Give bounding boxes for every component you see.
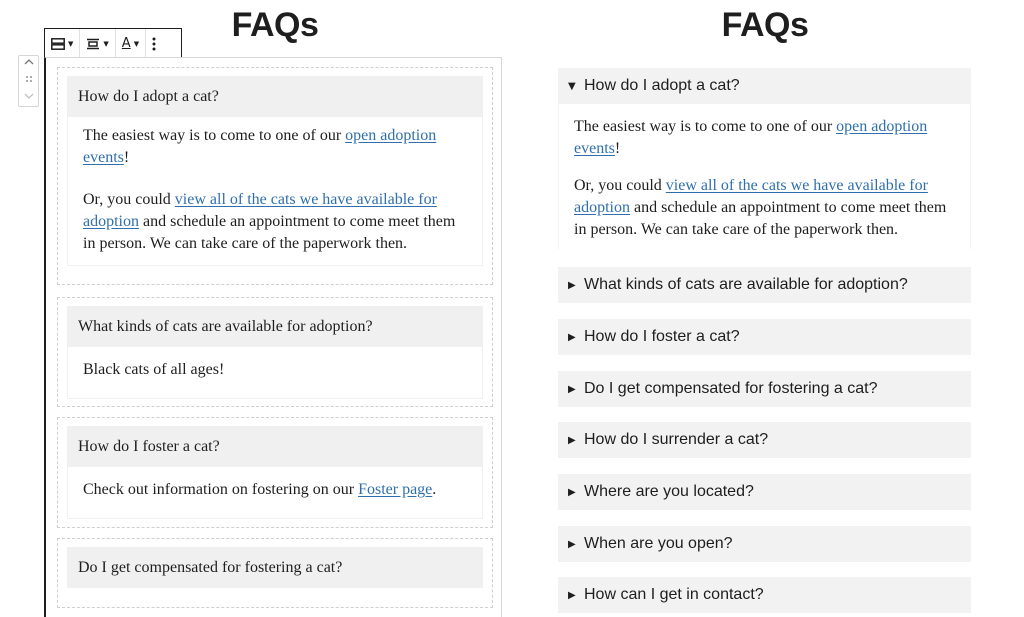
faq-question[interactable]: Do I get compensated for fostering a cat… bbox=[67, 547, 483, 588]
faq-accordion-item[interactable]: ▶ Do I get compensated for fostering a c… bbox=[558, 371, 971, 407]
faq-accordion-item-open[interactable]: ▼ How do I adopt a cat? The easiest way … bbox=[558, 68, 971, 249]
chevron-down-icon: ▼ bbox=[133, 39, 140, 48]
block-toolbar: ▼ ▼ A ▼ bbox=[44, 28, 182, 58]
faq-question: What kinds of cats are available for ado… bbox=[584, 276, 908, 293]
faq-summary[interactable]: ▶ How do I foster a cat? bbox=[558, 319, 971, 355]
answer-paragraph: Or, you could view all of the cats we ha… bbox=[574, 175, 952, 241]
faq-question: How do I surrender a cat? bbox=[584, 431, 769, 448]
faq-answer[interactable]: Black cats of all ages! bbox=[67, 347, 483, 399]
faq-accordion-item[interactable]: ▶ When are you open? bbox=[558, 526, 971, 562]
move-up-button[interactable] bbox=[24, 58, 34, 70]
answer-paragraph[interactable]: Check out information on fostering on ou… bbox=[83, 479, 466, 501]
answer-text: and schedule an appointment to come meet… bbox=[83, 213, 456, 252]
faq-answer: The easiest way is to come to one of our… bbox=[558, 104, 971, 249]
caret-down-icon: ▼ bbox=[568, 80, 576, 92]
faq-summary[interactable]: ▶ How do I surrender a cat? bbox=[558, 422, 971, 458]
group-block-icon bbox=[51, 37, 65, 50]
align-center-icon bbox=[87, 38, 100, 49]
answer-paragraph[interactable]: Black cats of all ages! bbox=[83, 359, 466, 381]
faq-question: How can I get in contact? bbox=[584, 586, 764, 603]
drag-handle-icon bbox=[25, 76, 32, 82]
answer-text: ! bbox=[614, 140, 621, 157]
answer-text: Or, you could bbox=[574, 177, 666, 194]
answer-text: The easiest way is to come to one of our bbox=[574, 118, 837, 135]
faq-summary[interactable]: ▶ How can I get in contact? bbox=[558, 577, 971, 613]
caret-right-icon: ▶ bbox=[568, 279, 576, 291]
faq-question[interactable]: How do I adopt a cat? bbox=[67, 76, 483, 117]
faq-question[interactable]: What kinds of cats are available for ado… bbox=[67, 306, 483, 347]
caret-right-icon: ▶ bbox=[568, 486, 576, 498]
text-color-icon: A bbox=[121, 36, 131, 51]
faq-answer[interactable]: The easiest way is to come to one of our… bbox=[67, 117, 483, 266]
answer-paragraph[interactable]: The easiest way is to come to one of our… bbox=[83, 125, 466, 169]
faq-accordion-item[interactable]: ▶ What kinds of cats are available for a… bbox=[558, 267, 971, 303]
move-down-button[interactable] bbox=[24, 92, 34, 104]
text-color-button[interactable]: A ▼ bbox=[116, 29, 147, 58]
editor-faq-item[interactable]: Do I get compensated for fostering a cat… bbox=[57, 538, 493, 608]
faq-accordion-item[interactable]: ▶ Where are you located? bbox=[558, 474, 971, 510]
block-type-button[interactable]: ▼ bbox=[45, 29, 81, 58]
faq-summary[interactable]: ▶ When are you open? bbox=[558, 526, 971, 562]
caret-right-icon: ▶ bbox=[568, 331, 576, 343]
caret-right-icon: ▶ bbox=[568, 589, 576, 601]
faq-accordion-item[interactable]: ▶ How can I get in contact? bbox=[558, 577, 971, 613]
faq-question: Do I get compensated for fostering a cat… bbox=[584, 380, 878, 397]
answer-text: and schedule an appointment to come meet… bbox=[574, 199, 947, 238]
more-options-button[interactable] bbox=[146, 29, 162, 58]
faq-summary[interactable]: ▼ How do I adopt a cat? bbox=[558, 68, 971, 104]
answer-text: ! bbox=[123, 149, 130, 166]
faq-question[interactable]: How do I foster a cat? bbox=[67, 426, 483, 467]
faq-accordion-item[interactable]: ▶ How do I surrender a cat? bbox=[558, 422, 971, 458]
answer-text: The easiest way is to come to one of our bbox=[83, 127, 346, 144]
answer-paragraph[interactable]: Or, you could view all of the cats we ha… bbox=[83, 189, 466, 255]
block-mover bbox=[18, 55, 39, 107]
chevron-down-icon: ▼ bbox=[103, 39, 109, 48]
foster-page-link[interactable]: Foster page bbox=[358, 481, 432, 498]
faq-accordion-item[interactable]: ▶ How do I foster a cat? bbox=[558, 319, 971, 355]
faq-question: How do I foster a cat? bbox=[584, 328, 740, 345]
faq-summary[interactable]: ▶ What kinds of cats are available for a… bbox=[558, 267, 971, 303]
caret-right-icon: ▶ bbox=[568, 434, 576, 446]
answer-text: Check out information on fostering on ou… bbox=[83, 481, 359, 498]
align-button[interactable]: ▼ bbox=[80, 29, 116, 58]
faq-summary[interactable]: ▶ Where are you located? bbox=[558, 474, 971, 510]
answer-text: . bbox=[432, 481, 437, 498]
more-options-icon bbox=[152, 37, 156, 50]
faq-answer[interactable]: Check out information on fostering on ou… bbox=[67, 467, 483, 519]
frontend-page-title: FAQs bbox=[721, 6, 809, 44]
editor-canvas[interactable]: How do I adopt a cat? The easiest way is… bbox=[44, 57, 502, 617]
editor-faq-item[interactable]: How do I foster a cat? Check out informa… bbox=[57, 417, 493, 528]
chevron-down-icon: ▼ bbox=[68, 39, 74, 48]
drag-handle[interactable] bbox=[25, 75, 33, 87]
editor-page-title[interactable]: FAQs bbox=[175, 6, 375, 45]
chevron-up-icon bbox=[24, 59, 33, 65]
editor-faq-item[interactable]: What kinds of cats are available for ado… bbox=[57, 297, 493, 407]
faq-question: When are you open? bbox=[584, 535, 733, 552]
answer-text: Or, you could bbox=[83, 191, 175, 208]
editor-faq-item[interactable]: How do I adopt a cat? The easiest way is… bbox=[57, 67, 493, 285]
faq-question: How do I adopt a cat? bbox=[584, 77, 740, 94]
caret-right-icon: ▶ bbox=[568, 538, 576, 550]
answer-paragraph: The easiest way is to come to one of our… bbox=[574, 116, 952, 160]
faq-question: Where are you located? bbox=[584, 483, 754, 500]
chevron-down-icon bbox=[24, 93, 33, 99]
caret-right-icon: ▶ bbox=[568, 383, 576, 395]
faq-summary[interactable]: ▶ Do I get compensated for fostering a c… bbox=[558, 371, 971, 407]
